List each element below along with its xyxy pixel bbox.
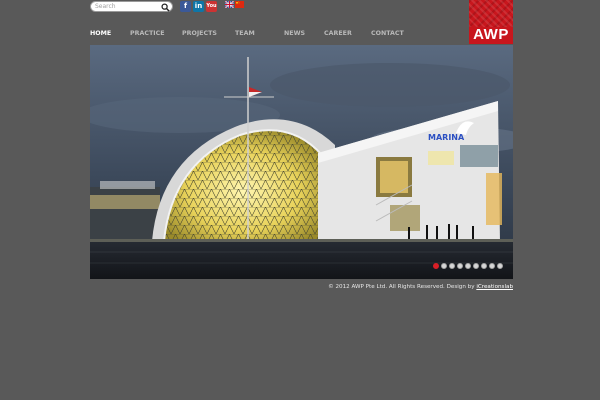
language-switcher: [225, 1, 244, 8]
logo-texture: [469, 0, 513, 27]
slide-dot-8[interactable]: [489, 263, 495, 269]
nav-team[interactable]: TEAM: [235, 30, 284, 37]
search-box: [90, 1, 173, 12]
main-nav: HOME PRACTICE PROJECTS TEAM NEWS CAREER …: [90, 30, 404, 37]
building-sign: MARINA: [428, 133, 465, 142]
linkedin-icon[interactable]: in: [193, 1, 204, 12]
search-icon[interactable]: [160, 2, 170, 12]
slide-dot-3[interactable]: [449, 263, 455, 269]
nav-career[interactable]: CAREER: [324, 30, 371, 37]
slide-dot-7[interactable]: [481, 263, 487, 269]
designer-link[interactable]: iCreationslab: [476, 284, 513, 290]
slide-dot-2[interactable]: [441, 263, 447, 269]
uk-flag-icon[interactable]: [225, 1, 234, 8]
nav-practice[interactable]: PRACTICE: [130, 30, 182, 37]
logo-text: AWP: [473, 26, 509, 43]
slide-dot-9[interactable]: [497, 263, 503, 269]
nav-projects[interactable]: PROJECTS: [182, 30, 235, 37]
hero-slideshow[interactable]: MARINA: [90, 45, 513, 279]
page-wrapper: f in You AWP HOME PRACTICE PROJECTS TEAM: [90, 0, 513, 400]
social-links: f in You: [180, 1, 217, 13]
slide-dot-1[interactable]: [433, 263, 439, 269]
nav-home[interactable]: HOME: [90, 30, 130, 37]
search-input[interactable]: [95, 2, 157, 11]
slide-dot-4[interactable]: [457, 263, 463, 269]
footer: © 2012 AWP Pte Ltd. All Rights Reserved.…: [328, 284, 513, 290]
china-flag-icon[interactable]: [235, 1, 244, 8]
slide-dot-6[interactable]: [473, 263, 479, 269]
nav-news[interactable]: NEWS: [284, 30, 324, 37]
slide-indicators: [433, 263, 503, 269]
youtube-icon[interactable]: You: [206, 1, 217, 12]
awp-logo[interactable]: AWP: [469, 0, 513, 44]
copyright-text: © 2012 AWP Pte Ltd. All Rights Reserved.…: [328, 284, 477, 290]
facebook-icon[interactable]: f: [180, 1, 191, 12]
slide-dot-5[interactable]: [465, 263, 471, 269]
nav-contact[interactable]: CONTACT: [371, 30, 404, 37]
hero-image: MARINA: [90, 45, 513, 279]
